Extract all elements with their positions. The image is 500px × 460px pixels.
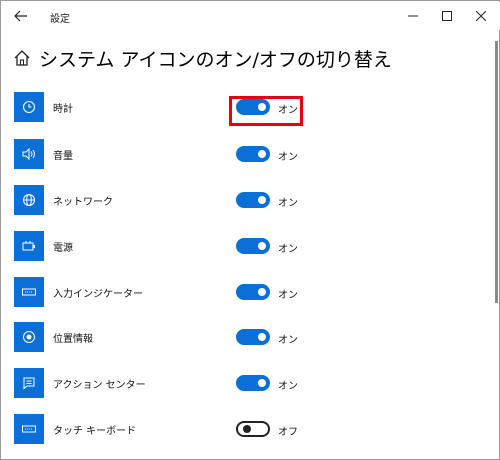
toggle-state-label: オン <box>278 244 298 255</box>
close-button[interactable] <box>464 2 498 30</box>
volume-icon <box>14 139 44 169</box>
touch-keyboard-icon <box>14 414 44 444</box>
list-item-input-indicator: 入力インジケーター オン <box>14 277 484 309</box>
toggle-switch[interactable] <box>236 146 270 162</box>
item-label: 電源 <box>53 243 73 254</box>
scrollbar[interactable] <box>495 41 498 303</box>
clock-icon <box>14 92 44 122</box>
toggle-knob <box>258 150 266 158</box>
toggle-switch[interactable] <box>236 284 270 300</box>
toggle-switch[interactable] <box>236 238 270 254</box>
list-item-volume: 音量 オン <box>14 139 484 171</box>
minimize-icon <box>408 15 418 17</box>
back-arrow-icon <box>14 10 27 22</box>
toggle-state-label: オン <box>278 335 298 346</box>
toggle-switch[interactable] <box>236 421 270 437</box>
item-label: 入力インジケーター <box>53 289 143 300</box>
maximize-button[interactable] <box>430 2 464 30</box>
location-icon <box>14 322 44 352</box>
item-label: アクション センター <box>53 380 146 391</box>
toggle-knob <box>243 425 251 433</box>
back-button[interactable] <box>8 4 34 28</box>
app-title: 設定 <box>50 14 70 25</box>
item-label: 音量 <box>53 151 73 162</box>
toggle-knob <box>258 333 266 341</box>
toggle-switch[interactable] <box>236 375 270 391</box>
list-item-location: 位置情報 オン <box>14 322 484 354</box>
title-bar: 設定 <box>2 2 500 30</box>
page-header: システム アイコンのオン/オフの切り替え <box>13 43 392 73</box>
list-item-network: ネットワーク オン <box>14 185 484 217</box>
toggle-knob <box>258 242 266 250</box>
settings-window: 設定 システム アイコンのオン/オフの切り替え 時計 オン 音量 オン ネットワ… <box>0 0 500 460</box>
toggle-switch[interactable] <box>236 192 270 208</box>
action-center-icon <box>14 368 44 398</box>
close-icon <box>476 11 486 21</box>
toggle-state-label: オン <box>278 152 298 163</box>
highlight-box <box>229 96 303 126</box>
toggle-state-label: オン <box>278 381 298 392</box>
page-title: システム アイコンのオン/オフの切り替え <box>39 48 392 71</box>
power-battery-icon <box>14 231 44 261</box>
list-item-power: 電源 オン <box>14 231 484 263</box>
item-label: タッチ キーボード <box>53 426 137 437</box>
toggle-state-label: オン <box>278 198 298 209</box>
keyboard-input-icon <box>14 277 44 307</box>
toggle-state-label: オフ <box>278 427 298 438</box>
toggle-state-label: オン <box>278 290 298 301</box>
list-item-action-center: アクション センター オン <box>14 368 484 400</box>
minimize-button[interactable] <box>396 2 430 30</box>
toggle-knob <box>258 288 266 296</box>
network-globe-icon <box>14 185 44 215</box>
maximize-icon <box>442 11 452 21</box>
item-label: 位置情報 <box>53 334 93 345</box>
toggle-knob <box>258 379 266 387</box>
item-label: 時計 <box>53 104 73 115</box>
list-item-touch-keyboard: タッチ キーボード オフ <box>14 414 484 446</box>
toggle-switch[interactable] <box>236 329 270 345</box>
item-label: ネットワーク <box>53 197 113 208</box>
toggle-knob <box>258 196 266 204</box>
home-icon[interactable] <box>13 49 31 67</box>
